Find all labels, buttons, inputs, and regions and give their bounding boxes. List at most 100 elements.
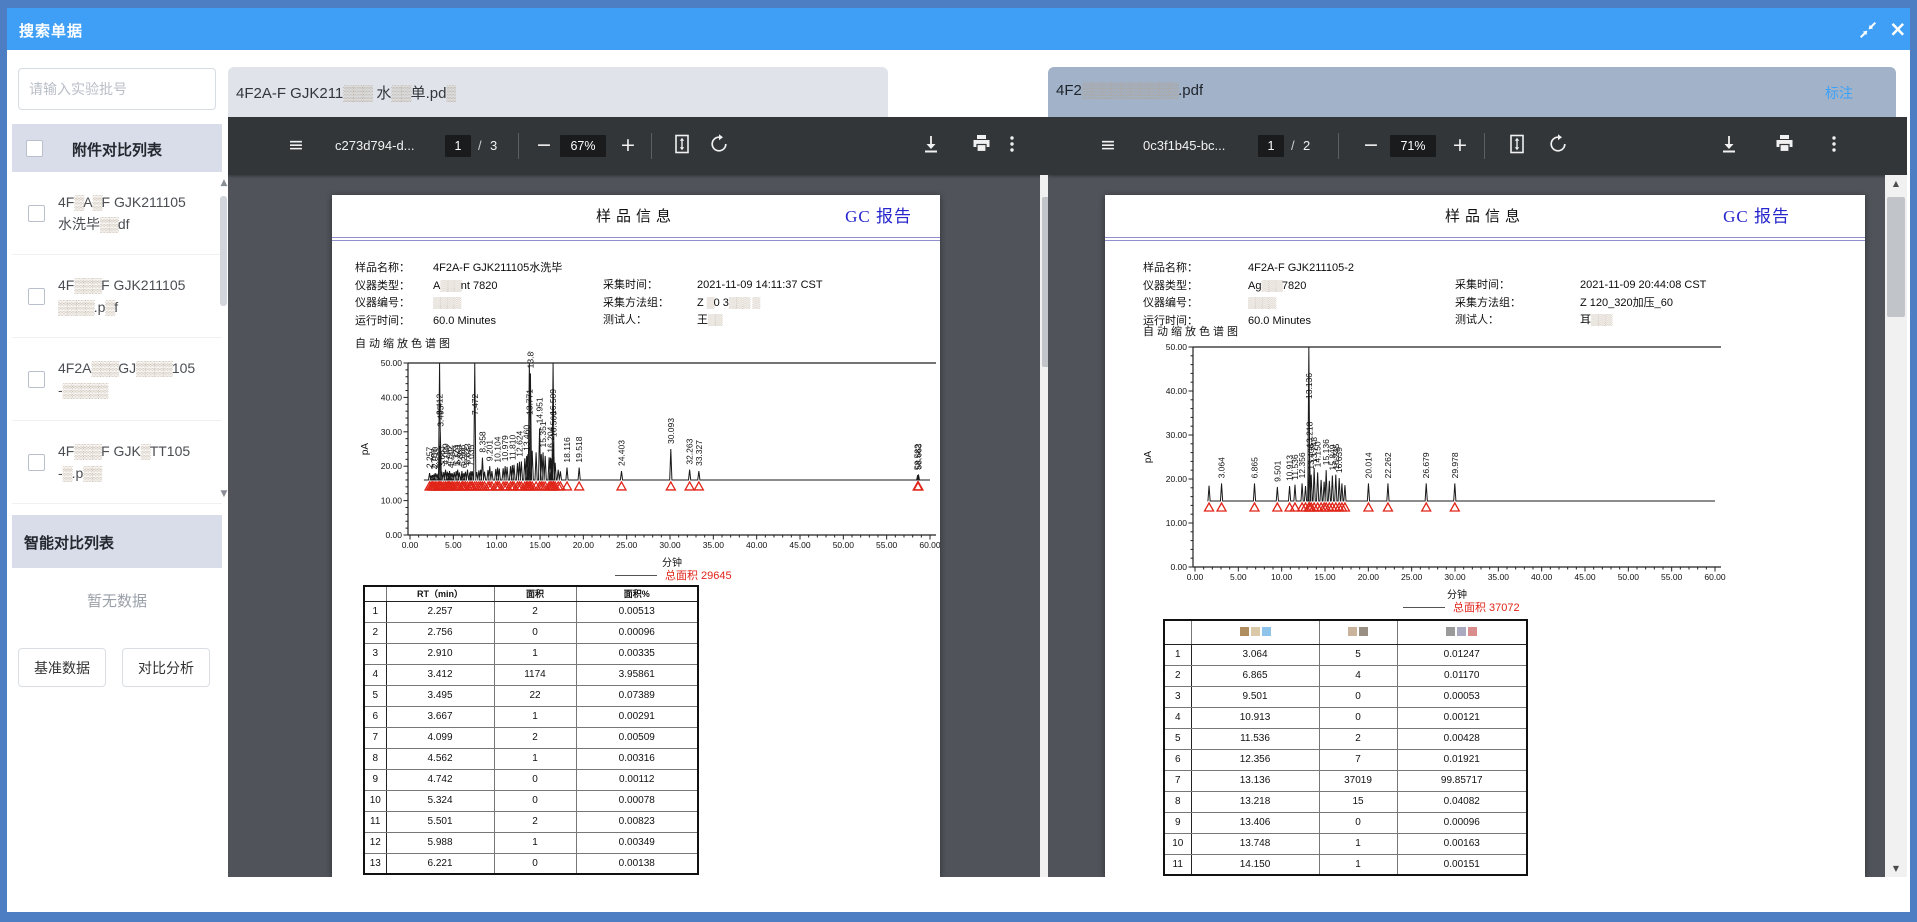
list-scroll-thumb[interactable] (220, 196, 227, 306)
right-pdf-tab[interactable]: 4F2▒▒▒▒▒▒▒▒▒▒.pdf 标注 (1048, 67, 1896, 117)
fit-page-button[interactable] (1508, 134, 1526, 154)
table-cell: 3.495 (386, 685, 494, 706)
print-button[interactable] (972, 134, 991, 153)
zoom-in-button[interactable]: + (1452, 132, 1468, 158)
table-cell: 0.00509 (576, 727, 698, 748)
compare-analysis-button[interactable]: 对比分析 (122, 648, 210, 687)
table-cell: 0.00121 (1397, 707, 1527, 728)
svg-text:20.00: 20.00 (381, 461, 403, 471)
table-cell: 3.412 (386, 664, 494, 685)
more-options-button[interactable] (1830, 134, 1838, 154)
field-value: 王▒▒ (697, 314, 722, 326)
toolbar-divider (1484, 133, 1485, 159)
menu-icon[interactable]: ≡ (288, 132, 304, 158)
page-separator: / (1291, 138, 1295, 153)
zoom-out-button[interactable]: − (1363, 132, 1379, 158)
item-checkbox[interactable] (28, 454, 45, 471)
download-button[interactable] (1720, 134, 1738, 154)
table-cell: 4.562 (386, 748, 494, 769)
report-divider (1105, 240, 1865, 241)
file-item-4[interactable]: 4F▒▒▒F GJK▒TT105-▒.p▒▒ (12, 421, 222, 504)
svg-text:7.035: 7.035 (466, 444, 476, 466)
table-cell: 0 (1319, 707, 1397, 728)
svg-text:0.00: 0.00 (1170, 562, 1187, 572)
right-pdf-page: 样品信息 GC 报告 样品名称：4F2A-F GJK211105-2仪器类型：A… (1105, 195, 1865, 877)
rotate-button[interactable] (709, 134, 729, 154)
svg-text:5.00: 5.00 (445, 540, 462, 550)
svg-text:15.00: 15.00 (1314, 572, 1336, 582)
item-checkbox[interactable] (28, 288, 45, 305)
annotate-link[interactable]: 标注 (1825, 83, 1853, 103)
collapse-icon[interactable] (1859, 21, 1877, 39)
item-checkbox[interactable] (28, 205, 45, 222)
scroll-thumb[interactable] (1887, 197, 1905, 317)
rotate-button[interactable] (1548, 134, 1568, 154)
scroll-down-button[interactable]: ▼ (1885, 860, 1907, 877)
chromatogram-caption: 自动缩放色谱图 (355, 335, 453, 351)
svg-text:50.00: 50.00 (1618, 572, 1640, 582)
item-checkbox[interactable] (28, 371, 45, 388)
table-row: 39.50100.00053 (1164, 686, 1527, 707)
left-pdf-title: 4F2A-F GJK211▒▒▒ 水▒▒单.pd▒ (236, 82, 456, 103)
zoom-out-button[interactable]: − (536, 132, 552, 158)
file-item-1[interactable]: 4F▒A▒F GJK211105水洗毕▒▒df (12, 172, 222, 255)
table-cell: 5.988 (386, 832, 494, 853)
zoom-in-button[interactable]: + (620, 132, 636, 158)
close-icon[interactable]: × (1889, 15, 1907, 33)
select-all-checkbox[interactable] (26, 140, 43, 157)
page-separator: / (478, 138, 482, 153)
print-button[interactable] (1775, 134, 1794, 153)
table-cell: 0.00138 (576, 853, 698, 874)
table-cell: 0.01170 (1397, 665, 1527, 686)
table-cell: 2.756 (386, 622, 494, 643)
table-cell: 0.04082 (1397, 791, 1527, 812)
svg-text:33.327: 33.327 (694, 440, 704, 466)
table-cell: 13.218 (1191, 791, 1319, 812)
field-value: 60.0 Minutes (1248, 315, 1311, 327)
download-button[interactable] (922, 134, 940, 154)
svg-text:45.00: 45.00 (789, 540, 811, 550)
search-input[interactable] (18, 68, 216, 110)
sample-info-right: 采集时间：2021-11-09 20:44:08 CST采集方法组：Z 120_… (1455, 276, 1706, 329)
svg-text:40.00: 40.00 (381, 392, 403, 402)
table-cell: 3.064 (1191, 644, 1319, 665)
left-pdf-tab[interactable]: 4F2A-F GJK211▒▒▒ 水▒▒单.pd▒ (228, 67, 888, 117)
table-cell: 37019 (1319, 770, 1397, 791)
table-cell: 8 (364, 748, 386, 769)
table-row: 63.66710.00291 (364, 706, 698, 727)
window-border-top (0, 0, 1917, 8)
scroll-up-button[interactable]: ▲ (1885, 175, 1907, 192)
table-row: 612.35670.01921 (1164, 749, 1527, 770)
more-options-button[interactable] (1008, 134, 1016, 154)
zoom-level: 67% (560, 135, 606, 157)
table-cell: 12 (364, 832, 386, 853)
table-cell: 4 (1319, 665, 1397, 686)
field-label: 测试人： (603, 311, 697, 327)
table-cell: 4.099 (386, 727, 494, 748)
file-name: 4F▒A▒F GJK211105水洗毕▒▒df (58, 191, 208, 235)
fit-page-button[interactable] (673, 134, 691, 154)
table-cell: 22 (494, 685, 576, 706)
field-label: 样品名称： (355, 259, 433, 275)
file-item-2[interactable]: 4F▒▒▒F GJK211105▒▒▒▒.p▒f (12, 255, 222, 338)
page-number-box[interactable]: 1 (445, 135, 471, 157)
field-label: 仪器编号： (1143, 294, 1248, 310)
field-label: 采集方法组： (603, 294, 697, 310)
attachment-list-title: 附件对比列表 (72, 139, 162, 160)
table-row: 32.91010.00335 (364, 643, 698, 664)
table-header-cell: 面积 (494, 586, 576, 601)
field-value: ▒▒▒▒ (1248, 297, 1275, 309)
page-total: 2 (1303, 138, 1310, 153)
table-row: 713.1363701999.85717 (1164, 770, 1527, 791)
baseline-data-button[interactable]: 基准数据 (18, 648, 106, 687)
svg-text:40.00: 40.00 (1166, 386, 1188, 396)
file-item-3[interactable]: 4F2A▒▒▒GJ▒▒▒▒105-▒▒▒▒▒ (12, 338, 222, 421)
table-cell: 2 (1319, 728, 1397, 749)
svg-text:29.978: 29.978 (1450, 452, 1460, 478)
right-chromatogram: 0.0010.0020.0030.0040.0050.000.005.0010.… (1105, 335, 1865, 611)
table-header-cell (1397, 620, 1527, 644)
menu-icon[interactable]: ≡ (1100, 132, 1116, 158)
sample-info-right: 采集时间：2021-11-09 14:11:37 CST采集方法组：Z ▒0 3… (603, 276, 823, 329)
svg-text:30.093: 30.093 (666, 418, 676, 444)
page-number-box[interactable]: 1 (1258, 135, 1284, 157)
